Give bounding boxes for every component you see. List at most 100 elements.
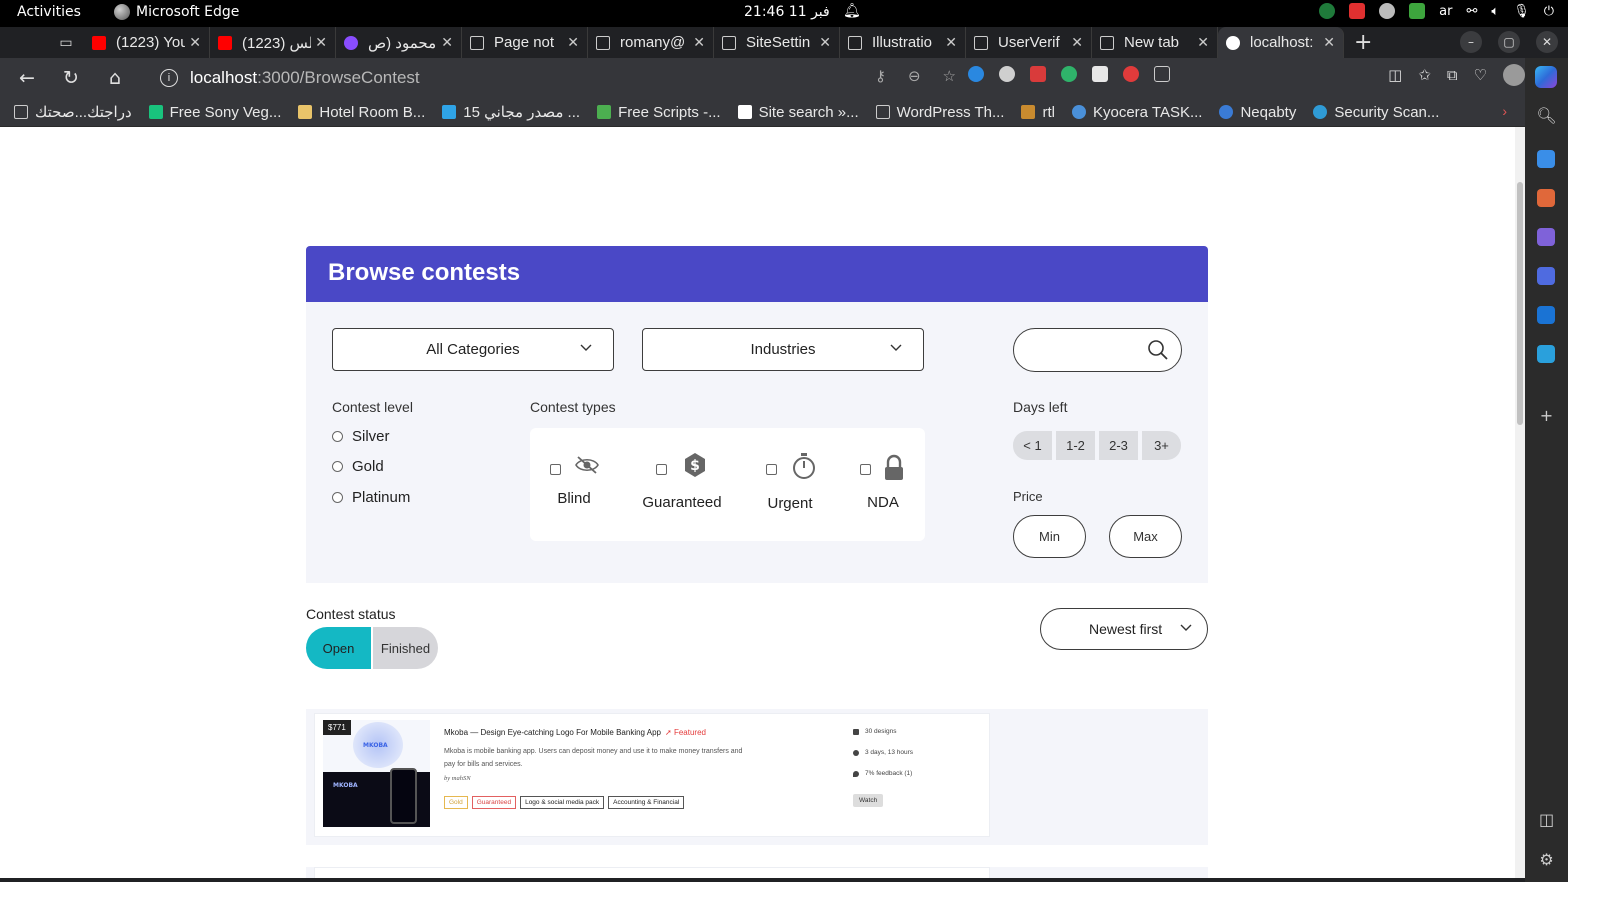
browser-tab[interactable]: romany@ ✕: [588, 27, 714, 58]
notification-bell-icon[interactable]: 🔔︎: [843, 3, 861, 19]
home-icon[interactable]: ⌂: [100, 67, 130, 89]
tab-close-icon[interactable]: ✕: [1323, 35, 1335, 51]
scrollbar-thumb[interactable]: [1517, 182, 1523, 425]
industries-select[interactable]: Industries: [642, 328, 924, 371]
tab-close-icon[interactable]: ✕: [441, 35, 453, 51]
split-screen-icon[interactable]: ◫: [1388, 66, 1402, 84]
bookmark-item[interactable]: WordPress Th...: [875, 104, 1004, 121]
bookmarks-overflow-chevron-icon[interactable]: ›: [1502, 103, 1507, 119]
contest-author[interactable]: by mahSN: [444, 775, 471, 782]
browser-tab[interactable]: محمود (ص ✕: [336, 27, 462, 58]
price-max-input[interactable]: Max: [1109, 515, 1182, 558]
zoom-out-icon[interactable]: ⊖: [908, 67, 921, 85]
browser-tab[interactable]: (1223) الس✕: [210, 27, 336, 58]
extension-icon[interactable]: [999, 66, 1015, 82]
extension-icon[interactable]: [968, 66, 984, 82]
keyboard-language[interactable]: ar: [1439, 4, 1452, 19]
performance-icon[interactable]: ♡: [1474, 66, 1487, 84]
back-icon[interactable]: ←: [12, 67, 42, 89]
tools-briefcase-icon[interactable]: [1537, 189, 1555, 207]
extension-icon[interactable]: [1061, 66, 1077, 82]
days-option-3plus[interactable]: 3+: [1142, 431, 1181, 460]
bookmark-item[interactable]: Neqabty: [1219, 104, 1296, 121]
clock[interactable]: 21:46 11 فبر: [744, 4, 830, 20]
extensions-puzzle-icon[interactable]: [1154, 66, 1170, 82]
power-icon[interactable]: ⏻: [1544, 4, 1554, 19]
radio-button[interactable]: [332, 492, 343, 503]
level-option-gold[interactable]: Gold: [332, 458, 384, 475]
browser-tab-active[interactable]: localhost: ✕: [1218, 27, 1344, 58]
system-tray[interactable]: ar ⚯ 🔈︎ 🎙︎ ⏻: [1319, 3, 1554, 19]
refresh-icon[interactable]: ↻: [56, 67, 86, 89]
favorites-icon[interactable]: ✩: [1418, 66, 1431, 84]
days-option-2-3[interactable]: 2-3: [1099, 431, 1138, 460]
shopping-tag-icon[interactable]: [1537, 150, 1555, 168]
tab-close-icon[interactable]: ✕: [315, 35, 327, 51]
bookmark-item[interactable]: Security Scan...: [1313, 104, 1439, 121]
tag-industry[interactable]: Accounting & Financial: [608, 796, 685, 809]
price-min-input[interactable]: Min: [1013, 515, 1086, 558]
watch-button[interactable]: Watch: [853, 794, 884, 807]
contest-card[interactable]: MKOBA MKOBA $771 Mkoba — Design Eye-catc…: [314, 713, 990, 837]
extension-icon[interactable]: [1092, 66, 1108, 82]
days-option-lt1[interactable]: < 1: [1013, 431, 1052, 460]
outlook-icon[interactable]: [1537, 306, 1555, 324]
browser-tab[interactable]: SiteSettin ✕: [714, 27, 840, 58]
search-sidebar-icon[interactable]: 🔍︎: [1525, 106, 1568, 125]
browser-tab[interactable]: UserVerif ✕: [966, 27, 1092, 58]
search-icon[interactable]: [1147, 339, 1169, 361]
checkbox[interactable]: [656, 464, 667, 475]
collections-icon[interactable]: ⧉: [1447, 66, 1458, 84]
bookmark-item[interactable]: دراجتك...صحتك: [14, 103, 132, 121]
new-tab-button[interactable]: +: [1354, 30, 1372, 55]
adblock-icon[interactable]: [1123, 66, 1139, 82]
checkbox[interactable]: [550, 464, 561, 475]
send-icon[interactable]: [1537, 345, 1555, 363]
tab-close-icon[interactable]: ✕: [1071, 35, 1083, 51]
tab-close-icon[interactable]: ✕: [1197, 35, 1209, 51]
tray-app2-icon[interactable]: [1379, 3, 1396, 19]
checkbox[interactable]: [766, 464, 777, 475]
radio-button[interactable]: [332, 431, 343, 442]
minimize-icon[interactable]: –: [1460, 31, 1482, 53]
checkbox[interactable]: [860, 464, 871, 475]
maximize-icon[interactable]: ▢: [1498, 31, 1520, 53]
contest-type-nda[interactable]: NDA: [827, 428, 927, 541]
url-bar[interactable]: i localhost:3000/BrowseContest: [140, 62, 960, 94]
bookmark-item[interactable]: Free Sony Veg...: [148, 104, 281, 121]
tab-close-icon[interactable]: ✕: [189, 35, 201, 51]
tab-close-icon[interactable]: ✕: [693, 35, 705, 51]
sidebar-settings-gear-icon[interactable]: ⚙: [1525, 850, 1568, 869]
volume-icon[interactable]: 🔈︎: [1491, 4, 1499, 19]
page-scrollbar[interactable]: [1515, 127, 1525, 878]
tray-app3-icon[interactable]: [1409, 3, 1426, 19]
search-input[interactable]: [1013, 328, 1182, 372]
sidebar-panel-icon[interactable]: ◫: [1525, 810, 1568, 829]
radio-button[interactable]: [332, 461, 343, 472]
days-option-1-2[interactable]: 1-2: [1056, 431, 1095, 460]
app-menu[interactable]: Microsoft Edge: [114, 4, 239, 20]
microsoft-365-icon[interactable]: [1537, 267, 1555, 285]
key-icon[interactable]: ⚷: [875, 67, 886, 85]
bookmark-item[interactable]: Hotel Room B...: [298, 104, 425, 121]
extension-icon[interactable]: [1030, 66, 1046, 82]
tab-close-icon[interactable]: ✕: [567, 35, 579, 51]
browser-tab[interactable]: (1223) You ✕: [84, 27, 210, 58]
contest-card[interactable]: [314, 867, 990, 878]
site-info-icon[interactable]: i: [160, 69, 178, 87]
contest-type-urgent[interactable]: Urgent: [735, 428, 835, 541]
bookmark-item[interactable]: rtl: [1021, 104, 1055, 121]
level-option-silver[interactable]: Silver: [332, 428, 390, 445]
games-icon[interactable]: [1537, 228, 1555, 246]
copilot-icon[interactable]: [1535, 66, 1557, 88]
network-icon[interactable]: ⚯: [1466, 4, 1477, 19]
add-sidebar-app-icon[interactable]: +: [1525, 406, 1568, 425]
browser-tab[interactable]: Page not ✕: [462, 27, 588, 58]
level-option-platinum[interactable]: Platinum: [332, 489, 410, 506]
contest-title[interactable]: Mkoba — Design Eye-catching Logo For Mob…: [444, 728, 706, 737]
contest-type-guaranteed[interactable]: $ Guaranteed: [635, 428, 735, 541]
profile-avatar[interactable]: [1503, 64, 1525, 86]
tray-anydesk-icon[interactable]: [1349, 3, 1366, 19]
bookmark-item[interactable]: Kyocera TASK...: [1071, 104, 1202, 121]
close-window-icon[interactable]: ✕: [1536, 31, 1558, 53]
